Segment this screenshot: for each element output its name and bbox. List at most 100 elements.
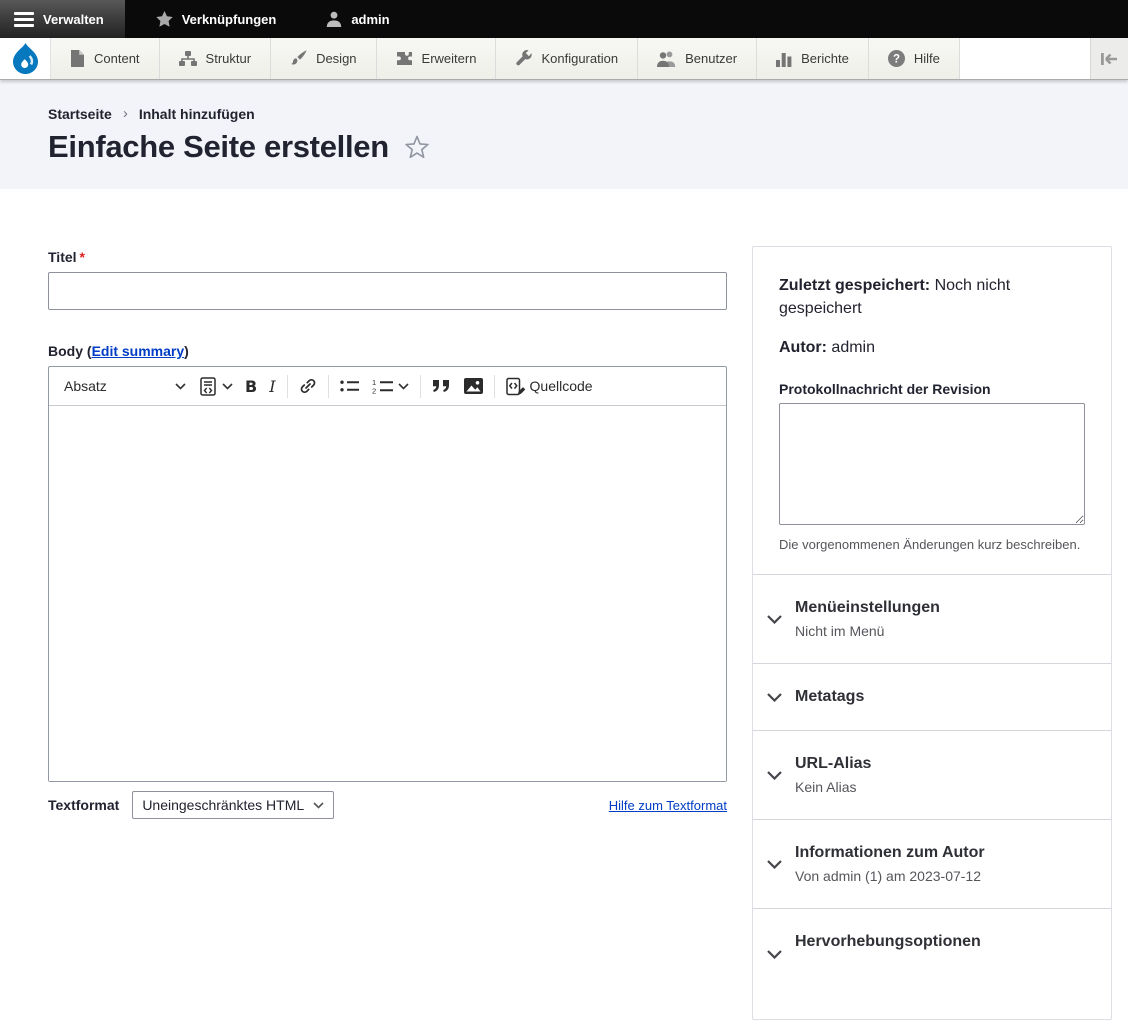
wrench-icon [515, 50, 532, 67]
italic-button[interactable]: I [263, 372, 281, 401]
chevron-down-icon [765, 771, 783, 780]
toolbar-orientation-toggle[interactable] [1090, 38, 1128, 79]
author-value: admin [827, 339, 875, 356]
bulleted-list-icon [340, 379, 360, 393]
hamburger-icon [14, 12, 34, 27]
tab-configuration-label: Konfiguration [541, 51, 618, 66]
tab-extend[interactable]: Erweitern [377, 38, 497, 79]
node-form: Titel* Body (Edit summary) Absatz B I [48, 246, 727, 819]
revision-log-section: Protokollnachricht der Revision Die vorg… [753, 375, 1111, 574]
revision-log-label: Protokollnachricht der Revision [779, 381, 1085, 397]
tab-appearance-label: Design [316, 51, 356, 66]
chevron-down-icon [222, 383, 233, 390]
accordion-title: URL-Alias [795, 755, 871, 773]
numbered-list-icon: 12 [372, 379, 393, 394]
insert-image-button[interactable] [458, 373, 489, 399]
toolbar-spacer [960, 38, 1090, 79]
breadcrumb-home[interactable]: Startseite [48, 106, 112, 122]
bulleted-list-button[interactable] [334, 374, 366, 398]
breadcrumb-separator: › [123, 105, 128, 122]
insert-template-button[interactable] [194, 372, 239, 401]
link-button[interactable] [293, 372, 323, 400]
toolbar-divider [328, 375, 329, 398]
link-icon [299, 377, 317, 395]
body-label-suffix: ) [184, 343, 189, 359]
insert-template-icon [200, 377, 217, 396]
shortcuts-menu-button[interactable]: Verknüpfungen [139, 0, 294, 38]
text-format-row: Textformat Uneingeschränktes HTML Hilfe … [48, 791, 727, 819]
paintbrush-icon [290, 50, 307, 67]
numbered-list-button[interactable]: 12 [366, 374, 415, 399]
toolbar-divider [420, 375, 421, 398]
blockquote-button[interactable] [426, 374, 458, 398]
editor-toolbar: Absatz B I [49, 367, 726, 406]
breadcrumb: Startseite › Inhalt hinzufügen [48, 105, 1080, 122]
author-label: Autor: [779, 339, 827, 356]
accordion-summary: Nicht im Menü [795, 623, 940, 639]
body-editor: Absatz B I [48, 366, 727, 782]
accordion-menu-settings[interactable]: Menüeinstellungen Nicht im Menü [753, 574, 1111, 663]
chevron-down-icon [765, 950, 783, 959]
revision-log-description: Die vorgenommenen Änderungen kurz beschr… [779, 537, 1085, 552]
accordion-metatags[interactable]: Metatags [753, 663, 1111, 730]
drupal-home-button[interactable] [0, 38, 51, 79]
accordion-summary: Von admin (1) am 2023-07-12 [795, 868, 985, 884]
collapse-left-icon [1100, 52, 1119, 66]
accordion-summary: Kein Alias [795, 779, 871, 795]
chevron-down-icon [398, 383, 409, 390]
user-label: admin [351, 12, 389, 27]
chevron-down-icon [765, 693, 783, 702]
accordion-url-alias[interactable]: URL-Alias Kein Alias [753, 730, 1111, 819]
manage-label: Verwalten [43, 12, 104, 27]
node-meta-sidebar: Zuletzt gespeichert: Noch nicht gespeich… [752, 246, 1112, 1020]
title-input[interactable] [48, 272, 727, 310]
body-label-prefix: Body ( [48, 343, 92, 359]
toolbar-divider [494, 375, 495, 398]
tab-content-label: Content [94, 51, 140, 66]
required-mark: * [80, 249, 85, 265]
text-format-help-link[interactable]: Hilfe zum Textformat [609, 798, 727, 813]
paragraph-style-label: Absatz [64, 378, 107, 394]
last-saved-label: Zuletzt gespeichert: [779, 277, 930, 294]
bold-button[interactable]: B [239, 372, 263, 401]
tab-help[interactable]: ? Hilfe [869, 38, 960, 79]
breadcrumb-add-content: Inhalt hinzufügen [139, 106, 255, 122]
accordion-title: Menüeinstellungen [795, 599, 940, 617]
source-button-label: Quellcode [530, 378, 593, 394]
paragraph-style-dropdown[interactable]: Absatz [56, 373, 194, 399]
tab-reports-label: Berichte [801, 51, 849, 66]
user-menu-button[interactable]: admin [309, 0, 406, 38]
user-icon [326, 11, 342, 27]
manage-menu-button[interactable]: Verwalten [0, 0, 125, 38]
blockquote-icon [432, 379, 452, 393]
accordion-author-info[interactable]: Informationen zum Autor Von admin (1) am… [753, 819, 1111, 908]
chevron-down-icon [765, 860, 783, 869]
accordion-promotion-options[interactable]: Hervorhebungsoptionen [753, 908, 1111, 1019]
tab-help-label: Hilfe [914, 51, 940, 66]
accordion-title: Metatags [795, 688, 864, 706]
text-format-value: Uneingeschränktes HTML [142, 797, 304, 813]
title-field-label: Titel* [48, 249, 727, 265]
bar-chart-icon [776, 51, 792, 67]
tab-reports[interactable]: Berichte [757, 38, 869, 79]
tab-content[interactable]: Content [51, 38, 160, 79]
source-button[interactable]: Quellcode [500, 372, 599, 401]
tab-configuration[interactable]: Konfiguration [496, 38, 638, 79]
tab-structure[interactable]: Struktur [160, 38, 272, 79]
editor-content-area[interactable] [49, 406, 726, 781]
revision-log-textarea[interactable] [779, 403, 1085, 525]
tab-people[interactable]: Benutzer [638, 38, 757, 79]
node-meta: Zuletzt gespeichert: Noch nicht gespeich… [753, 247, 1111, 359]
chevron-down-icon [765, 615, 783, 624]
star-icon [156, 11, 173, 27]
users-icon [657, 51, 676, 67]
accordion-title: Hervorhebungsoptionen [795, 933, 981, 951]
tab-people-label: Benutzer [685, 51, 737, 66]
edit-summary-link[interactable]: Edit summary [92, 343, 185, 359]
shortcut-star-icon[interactable] [404, 135, 430, 160]
tab-appearance[interactable]: Design [271, 38, 376, 79]
toolbar-divider [287, 375, 288, 398]
sitemap-icon [179, 51, 197, 67]
svg-text:?: ? [893, 54, 900, 66]
text-format-select[interactable]: Uneingeschränktes HTML [132, 791, 334, 819]
